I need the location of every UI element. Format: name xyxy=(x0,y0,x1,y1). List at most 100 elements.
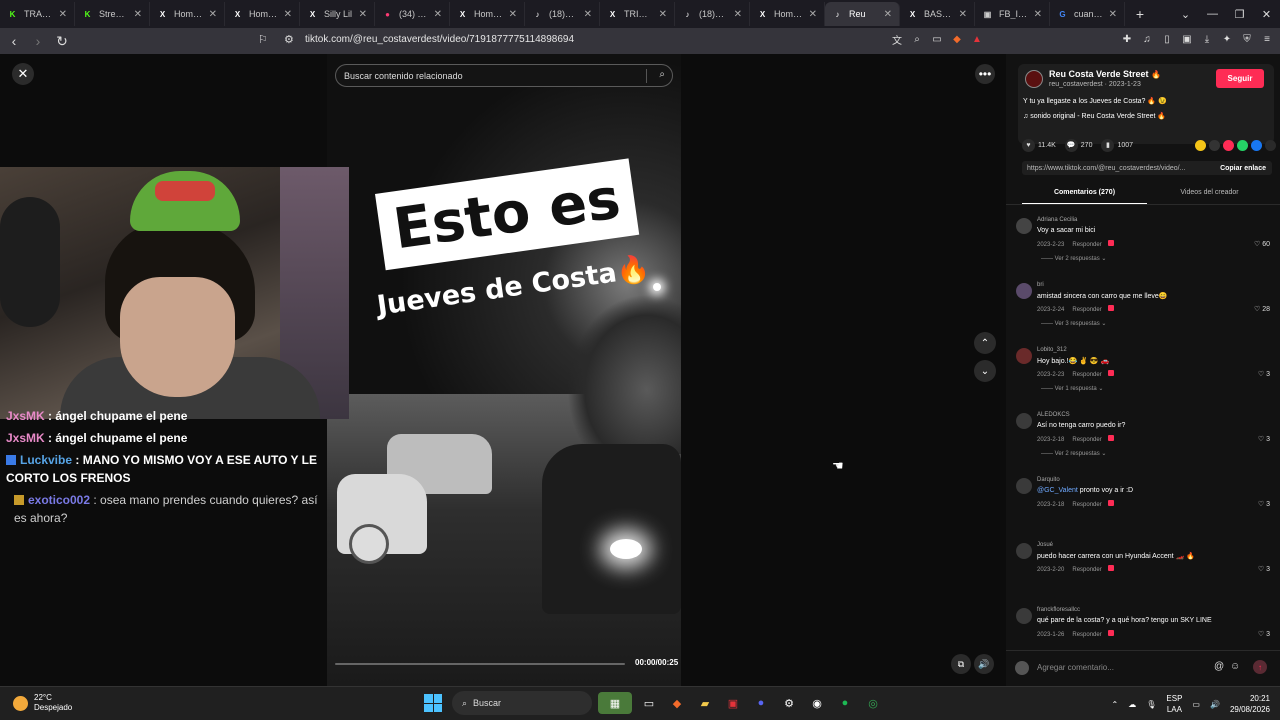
view-replies-button[interactable]: —— Ver 1 respuesta ⌄ xyxy=(1041,385,1103,392)
brave-rewards-icon[interactable]: ▲ xyxy=(970,32,984,46)
view-replies-button[interactable]: —— Ver 3 respuestas ⌄ xyxy=(1041,320,1106,327)
close-tab-icon[interactable]: ✕ xyxy=(209,9,217,20)
browser-tab[interactable]: ♪ (18)Discípu ✕ xyxy=(675,2,750,26)
search-icon[interactable]: ⌕ xyxy=(659,69,665,80)
browser-tab[interactable]: X Home / X ✕ xyxy=(750,2,825,26)
reply-button[interactable]: Responder xyxy=(1072,372,1101,378)
widget-icon[interactable]: ▦ xyxy=(598,692,632,714)
commenter-name[interactable]: Adriana Cecilia xyxy=(1037,217,1077,223)
commenter-avatar[interactable] xyxy=(1016,478,1032,494)
discord-icon[interactable]: ● xyxy=(750,692,772,714)
tab-creator-videos[interactable]: Videos del creador xyxy=(1147,186,1272,204)
comment-like-button[interactable]: ♡ 3 xyxy=(1258,565,1270,573)
snipping-tool-icon[interactable]: ▣ xyxy=(722,692,744,714)
browser-tab[interactable]: ▣ FB_IMG_17 ✕ xyxy=(975,2,1050,26)
video-progress-bar[interactable] xyxy=(335,663,625,665)
video-player[interactable]: Esto es Jueves de Costa🔥 xyxy=(327,54,681,686)
close-tab-icon[interactable]: ✕ xyxy=(584,9,592,20)
browser-tab[interactable]: X BASURERO ✕ xyxy=(900,2,975,26)
vpn-icon[interactable]: ⛨ xyxy=(1240,32,1254,46)
mention-icon[interactable]: @ xyxy=(1214,661,1224,672)
close-tab-icon[interactable]: ✕ xyxy=(734,9,742,20)
close-window-button[interactable]: ✕ xyxy=(1253,8,1280,21)
close-tab-icon[interactable]: ✕ xyxy=(434,9,442,20)
media-icon[interactable]: ♫ xyxy=(1140,32,1154,46)
commenter-avatar[interactable] xyxy=(1016,283,1032,299)
wallet-icon[interactable]: ▣ xyxy=(1180,32,1194,46)
browser-tab[interactable]: K Stream - Ki ✕ xyxy=(75,2,150,26)
bookmark-icon[interactable]: ⚐ xyxy=(258,33,268,46)
leo-icon[interactable]: ✦ xyxy=(1220,32,1234,46)
reply-button[interactable]: Responder xyxy=(1072,307,1101,313)
language-indicator[interactable]: ESP LAA xyxy=(1166,693,1182,715)
send-icon[interactable] xyxy=(1223,139,1234,151)
related-search-input[interactable]: Buscar contenido relacionado ⌕ xyxy=(335,64,673,87)
commenter-avatar[interactable] xyxy=(1016,413,1032,429)
view-replies-button[interactable]: —— Ver 2 respuestas ⌄ xyxy=(1041,450,1106,457)
creator-name[interactable]: Reu Costa Verde Street 🔥 xyxy=(1049,69,1161,79)
comment-like-button[interactable]: ♡ 28 xyxy=(1254,305,1270,313)
browser-tab[interactable]: K TRASHITTO ✕ xyxy=(0,2,75,26)
tab-list-icon[interactable]: ⌄ xyxy=(1172,8,1199,21)
comment-like-button[interactable]: ♡ 3 xyxy=(1258,630,1270,638)
commenter-avatar[interactable] xyxy=(1016,543,1032,559)
browser-tab[interactable]: ♪ (18)Epstein ✕ xyxy=(525,2,600,26)
volume-icon[interactable]: 🔊 xyxy=(1210,700,1220,709)
obs-icon[interactable]: ◉ xyxy=(806,692,828,714)
file-explorer-icon[interactable]: ▰ xyxy=(694,692,716,714)
browser-tab[interactable]: X Silly Lil ✕ xyxy=(300,2,375,26)
network-app-icon[interactable]: ☁ xyxy=(1128,700,1136,709)
cast-icon[interactable]: ▭ xyxy=(930,32,944,46)
browser-tab[interactable]: ♪ Reu ✕ xyxy=(825,2,900,26)
close-video-button[interactable]: ✕ xyxy=(12,63,34,85)
close-tab-icon[interactable]: ✕ xyxy=(659,9,667,20)
browser-tab[interactable]: X TRINGL3 on ✕ xyxy=(600,2,675,26)
commenter-name[interactable]: bri xyxy=(1037,282,1044,288)
forward-icon[interactable]: › xyxy=(28,33,48,49)
site-info-icon[interactable]: ⚙ xyxy=(284,33,294,46)
embed-icon[interactable] xyxy=(1209,139,1220,151)
wifi-icon[interactable]: ▭ xyxy=(1192,700,1200,709)
creator-avatar[interactable] xyxy=(1025,70,1043,88)
close-tab-icon[interactable]: ✕ xyxy=(884,9,892,20)
clock[interactable]: 20:21 29/08/2026 xyxy=(1230,693,1270,715)
comment-like-button[interactable]: ♡ 60 xyxy=(1254,240,1270,248)
sound-link[interactable]: ♫ sonido original - Reu Costa Verde Stre… xyxy=(1023,112,1166,120)
comment-like-button[interactable]: ♡ 3 xyxy=(1258,370,1270,378)
commenter-avatar[interactable] xyxy=(1016,218,1032,234)
commenter-name[interactable]: Josué xyxy=(1037,542,1053,548)
next-video-button[interactable]: ⌄ xyxy=(974,360,996,382)
commenter-avatar[interactable] xyxy=(1016,348,1032,364)
commenter-name[interactable]: Lobito_312 xyxy=(1037,347,1067,353)
share-arrow-icon[interactable] xyxy=(1265,139,1276,151)
reply-button[interactable]: Responder xyxy=(1072,567,1101,573)
copy-link-button[interactable]: Copiar enlace xyxy=(1220,165,1266,172)
browser-tab[interactable]: X Home / X ✕ xyxy=(150,2,225,26)
settings-icon[interactable]: ⚙ xyxy=(778,692,800,714)
commenter-name[interactable]: Darquito xyxy=(1037,477,1060,483)
facebook-icon[interactable] xyxy=(1251,139,1262,151)
close-tab-icon[interactable]: ✕ xyxy=(59,9,67,20)
task-view-icon[interactable]: ▭ xyxy=(638,692,660,714)
reply-button[interactable]: Responder xyxy=(1072,502,1101,508)
view-replies-button[interactable]: —— Ver 2 respuestas ⌄ xyxy=(1041,255,1106,262)
download-icon[interactable]: ⤓ xyxy=(1200,32,1214,46)
previous-video-button[interactable]: ⌃ xyxy=(974,332,996,354)
menu-icon[interactable]: ≡ xyxy=(1260,32,1274,46)
post-comment-icon[interactable]: ↑ xyxy=(1253,660,1267,674)
close-tab-icon[interactable]: ✕ xyxy=(359,9,367,20)
brave-shield-icon[interactable]: ◆ xyxy=(950,32,964,46)
reply-button[interactable]: Responder xyxy=(1072,632,1101,638)
sidebar-icon[interactable]: ▯ xyxy=(1160,32,1174,46)
spotify-icon[interactable]: ● xyxy=(834,692,856,714)
close-tab-icon[interactable]: ✕ xyxy=(959,9,967,20)
reply-button[interactable]: Responder xyxy=(1072,242,1101,248)
restore-button[interactable]: ❐ xyxy=(1226,8,1253,21)
translate-icon[interactable]: 文 xyxy=(890,32,904,47)
more-options-button[interactable]: ••• xyxy=(975,64,995,84)
follow-button[interactable]: Seguir xyxy=(1216,69,1264,88)
weather-widget[interactable]: 22°C Despejado xyxy=(13,693,72,713)
new-tab-button[interactable]: + xyxy=(1129,6,1151,22)
close-tab-icon[interactable]: ✕ xyxy=(284,9,292,20)
brave-icon[interactable]: ◆ xyxy=(666,692,688,714)
